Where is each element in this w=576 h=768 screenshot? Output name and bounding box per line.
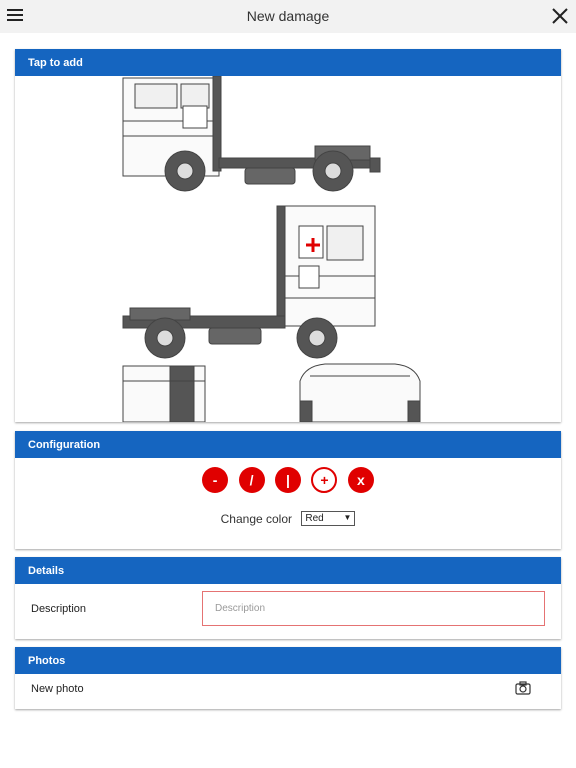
page-title: New damage (246, 8, 330, 24)
color-select[interactable]: Red ▼ (301, 511, 356, 527)
description-input[interactable]: Description (202, 591, 545, 626)
tap-to-add-card: Tap to add (15, 49, 561, 422)
details-card: Details Description Description (15, 557, 561, 639)
photos-header: Photos (15, 647, 561, 674)
color-select-value: Red (305, 513, 324, 525)
tool-plus-button[interactable]: + (311, 467, 338, 493)
camera-icon[interactable] (515, 681, 531, 695)
truck-side-left-view (122, 76, 381, 192)
tool-slash-button[interactable]: / (238, 467, 265, 493)
details-header: Details (15, 557, 561, 584)
content-area: Tap to add Configuration - / | + x Chang… (0, 33, 576, 768)
tool-vertical-line-button[interactable]: | (275, 467, 301, 493)
dropdown-arrow-icon: ▼ (343, 513, 352, 523)
new-photo-label: New photo (31, 683, 84, 695)
configuration-card: Configuration - / | + x Change color Red… (15, 431, 561, 549)
truck-diagram[interactable] (15, 76, 561, 422)
change-color-row: Change color Red ▼ (15, 511, 561, 527)
photos-card: Photos New photo (15, 647, 561, 709)
change-color-label: Change color (220, 511, 293, 526)
top-bar: New damage (0, 0, 576, 33)
close-icon[interactable] (551, 7, 569, 25)
truck-side-right-view (122, 205, 376, 359)
tap-to-add-header: Tap to add (15, 49, 561, 76)
marker-tool-row: - / | + x (15, 467, 561, 493)
description-label: Description (31, 603, 87, 615)
truck-rear-view (122, 365, 206, 422)
tool-dash-button[interactable]: - (202, 467, 229, 493)
configuration-header: Configuration (15, 431, 561, 458)
tool-cross-button[interactable]: x (347, 467, 374, 493)
truck-front-view (299, 363, 421, 422)
